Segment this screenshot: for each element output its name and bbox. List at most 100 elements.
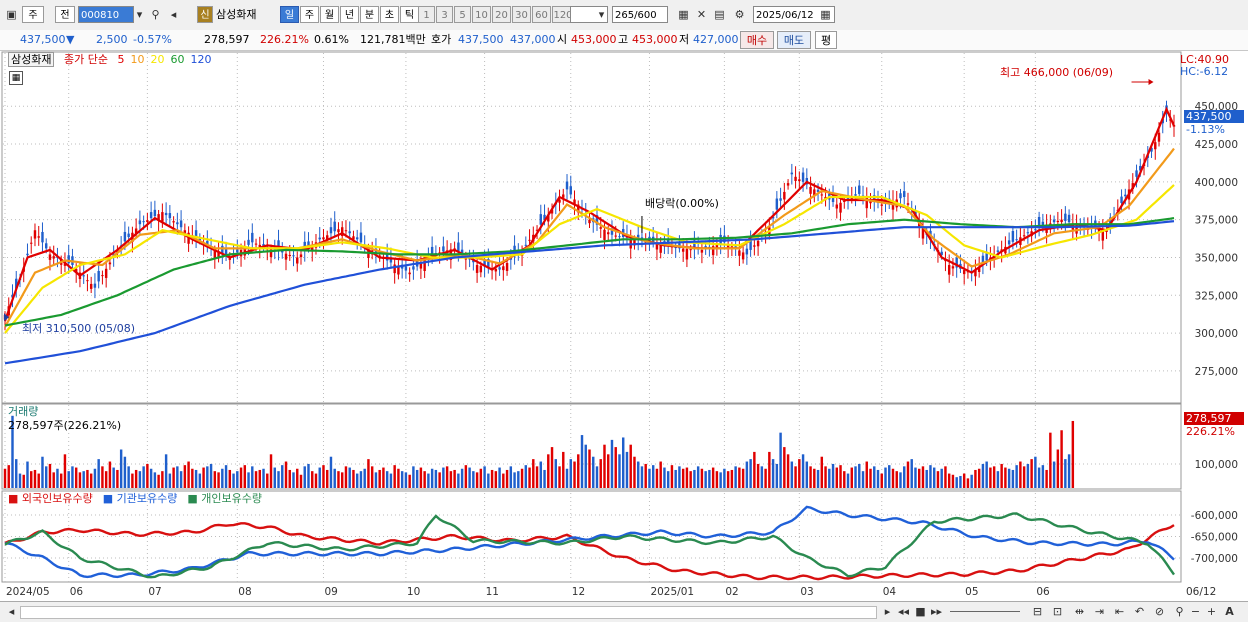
table-icon[interactable]: ▦ xyxy=(9,71,23,85)
forward-icon[interactable]: ▸▸ xyxy=(929,604,944,619)
candle-body xyxy=(790,172,794,175)
volume-pct-tag: 226.21% xyxy=(1186,425,1235,438)
x-tick-label: 09 xyxy=(324,586,337,598)
period-button-0[interactable]: 일 xyxy=(280,6,299,23)
calendar-icon[interactable]: ▦ xyxy=(818,7,833,22)
chevron-down-icon[interactable]: ▾ xyxy=(594,7,609,22)
interval-button-5[interactable]: 30 xyxy=(512,6,531,23)
volume-bar xyxy=(1019,461,1022,488)
volume-bar xyxy=(41,456,44,488)
volume-bar xyxy=(711,467,715,488)
volume-bar xyxy=(640,466,644,488)
sell-button[interactable]: 매도 xyxy=(777,31,811,49)
zoom-window-icon[interactable]: ⊡ xyxy=(1050,604,1065,619)
period-button-2[interactable]: 월 xyxy=(320,6,339,23)
volume-bar xyxy=(1004,467,1007,488)
volume-bar xyxy=(741,468,745,488)
scrollbar-track[interactable] xyxy=(20,606,877,619)
volume-bar xyxy=(490,469,494,488)
x-tick-label: 10 xyxy=(407,586,420,598)
last-pct-tag: -1.13% xyxy=(1186,123,1225,136)
scale-in-icon[interactable]: ⇥ xyxy=(1092,604,1107,619)
volume-bar xyxy=(397,468,400,488)
candle-body xyxy=(1157,132,1161,142)
buy-button[interactable]: 매수 xyxy=(740,31,774,49)
volume-bar xyxy=(768,451,771,488)
candle-body xyxy=(798,179,801,182)
prev-button[interactable]: 전 xyxy=(55,6,75,23)
volume-bar xyxy=(1007,468,1011,488)
speaker-icon[interactable]: ◂ xyxy=(166,7,181,22)
volume-bar xyxy=(906,461,910,488)
period-button-3[interactable]: 년 xyxy=(340,6,359,23)
zoom-fit-icon[interactable]: ⊟ xyxy=(1030,604,1045,619)
font-size-icon[interactable]: A xyxy=(1222,604,1237,619)
save-icon[interactable]: ▤ xyxy=(712,7,727,22)
period-button-1[interactable]: 주 xyxy=(300,6,319,23)
x-tick-label: 06 xyxy=(70,586,84,598)
window-icon[interactable]: ▣ xyxy=(4,7,19,22)
legend-stock-name[interactable]: 삼성화재 xyxy=(8,52,55,67)
interval-button-4[interactable]: 20 xyxy=(492,6,511,23)
volume-bar xyxy=(625,451,629,488)
period-button-4[interactable]: 분 xyxy=(360,6,379,23)
volume-bar xyxy=(359,471,363,488)
volume-bar xyxy=(247,472,250,488)
period-button-6[interactable]: 틱 xyxy=(400,6,419,23)
interval-button-0[interactable]: 1 xyxy=(418,6,435,23)
volume-bar xyxy=(517,471,520,488)
x-tick-label: 2024/05 xyxy=(6,586,50,598)
volume-bar xyxy=(749,459,752,488)
interval-button-1[interactable]: 3 xyxy=(436,6,453,23)
cross-icon[interactable]: ✕ xyxy=(694,7,709,22)
count-input[interactable]: 265/600 xyxy=(612,6,668,23)
volume-bar xyxy=(723,468,726,488)
interval-button-2[interactable]: 5 xyxy=(454,6,471,23)
zoom-out-icon[interactable]: − xyxy=(1188,604,1203,619)
scale-out-icon[interactable]: ⇤ xyxy=(1112,604,1127,619)
zoom-slider[interactable] xyxy=(950,611,1020,612)
toolbar: ▣ 주 전 000810 ▾ ⚲ ◂ 신 삼성화재 일주월년분초틱 1 3 5 10 2… xyxy=(0,0,1248,31)
zoom-in-icon[interactable]: + xyxy=(1204,604,1219,619)
interval-button-6[interactable]: 60 xyxy=(532,6,551,23)
search-icon[interactable]: ⚲ xyxy=(148,7,163,22)
magnify-icon[interactable]: ⚲ xyxy=(1172,604,1187,619)
chevron-down-icon[interactable]: ▾ xyxy=(132,7,147,22)
stock-code-input[interactable]: 000810 xyxy=(78,6,134,23)
link-icon[interactable]: ⊘ xyxy=(1152,604,1167,619)
candle-body xyxy=(359,232,363,243)
volume-value: 278,597 xyxy=(204,33,250,46)
rewind-icon[interactable]: ◂◂ xyxy=(896,604,911,619)
volume-bar xyxy=(918,468,921,488)
volume-bar xyxy=(277,471,280,488)
scale-icon[interactable]: ⇹ xyxy=(1072,604,1087,619)
candle-body xyxy=(1015,239,1018,241)
volume-bar xyxy=(340,472,344,488)
volume-panel xyxy=(1,403,1182,490)
high-price: 453,000 xyxy=(632,33,678,46)
volume-bar xyxy=(472,471,475,488)
period-button-5[interactable]: 초 xyxy=(380,6,399,23)
stop-icon[interactable]: ■ xyxy=(913,604,928,619)
volume-bar xyxy=(18,473,22,488)
volume-bar xyxy=(198,473,202,488)
chart-area[interactable]: 275,000 300,000 325,000 350,000 375,000 400,0… xyxy=(0,51,1248,601)
candle-body xyxy=(502,266,505,271)
interval-button-3[interactable]: 10 xyxy=(472,6,491,23)
candle-body xyxy=(288,254,291,257)
week-selector[interactable]: 주 xyxy=(22,6,44,23)
volume-bar xyxy=(48,463,52,488)
gear-icon[interactable]: ⚙ xyxy=(732,7,747,22)
scroll-left-icon[interactable]: ◂ xyxy=(4,604,19,619)
volume-bar xyxy=(659,461,662,488)
volume-bar xyxy=(82,471,85,488)
volume-bar xyxy=(460,468,464,488)
candle-body xyxy=(108,262,112,265)
undo-icon[interactable]: ↶ xyxy=(1132,604,1147,619)
grid-icon[interactable]: ▦ xyxy=(676,7,691,22)
volume-bar xyxy=(1067,454,1071,488)
ownership-tick-label: -600,000 xyxy=(1191,510,1238,522)
play-icon[interactable]: ▸ xyxy=(880,604,895,619)
evaluate-button[interactable]: 평 xyxy=(815,31,837,49)
volume-bar xyxy=(651,465,655,488)
